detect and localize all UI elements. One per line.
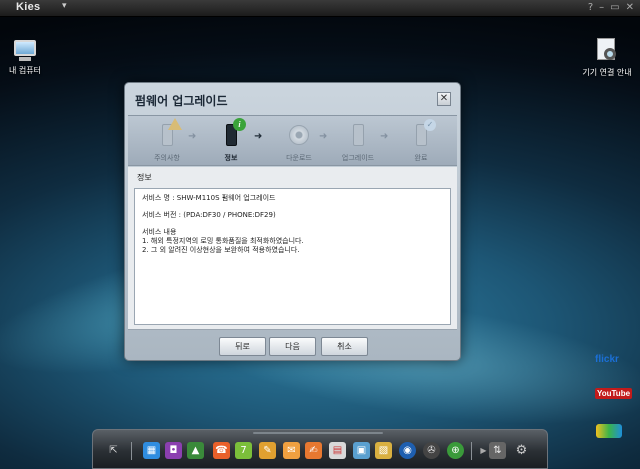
dialog-title: 펌웨어 업그레이드 <box>135 94 228 108</box>
step-caution: 주의사항 <box>142 116 192 163</box>
device-guide-label: 기기 연결 안내 <box>582 68 632 77</box>
external-link-icon[interactable]: ⇱ <box>105 442 122 459</box>
schedule-icon[interactable]: ▤ <box>329 442 346 459</box>
phone-warning-icon <box>156 118 182 150</box>
gallery-icon[interactable]: ▧ <box>375 442 392 459</box>
restore-button[interactable]: ▭ <box>610 2 619 14</box>
dock-separator <box>131 442 132 460</box>
firmware-upgrade-dialog: 펌웨어 업그레이드 ✕ 주의사항 ➜ i 정보 ➜ 다운로드 ➜ 업그레이드 ➜… <box>124 82 461 361</box>
phone-check-icon: ✓ <box>410 119 436 150</box>
step-arrow-icon: ➜ <box>380 131 389 142</box>
window-controls: ? – ▭ ✕ <box>588 2 634 14</box>
step-label: 다운로드 <box>286 154 312 162</box>
step-label: 정보 <box>224 154 238 162</box>
step-upgrade: 업그레이드 <box>333 116 383 163</box>
app-title: Kies <box>16 1 41 13</box>
device-sync-icon[interactable]: ⇅ <box>489 442 506 459</box>
dock-separator <box>471 442 472 460</box>
disc-download-icon <box>288 120 310 150</box>
help-button[interactable]: ? <box>588 2 593 14</box>
service-content-item: 2. 그 외 알려진 이상현상을 보완하여 적용하였습니다. <box>142 246 300 254</box>
step-info: i 정보 <box>206 116 256 163</box>
youtube-icon[interactable]: YouTube <box>595 388 633 399</box>
app-menu-dropdown-icon[interactable]: ▾ <box>62 1 67 11</box>
bag-icon[interactable]: ◘ <box>165 442 182 459</box>
minimize-button[interactable]: – <box>599 2 604 14</box>
calendar-icon[interactable]: 7 <box>235 442 252 459</box>
step-download: 다운로드 <box>274 116 324 163</box>
flickr-icon[interactable]: flickr <box>595 354 619 365</box>
phone-upgrade-icon <box>347 120 369 150</box>
phone-info-icon: i <box>220 118 246 150</box>
service-content-heading: 서비스 내용 <box>142 228 177 236</box>
step-label: 업그레이드 <box>341 154 375 162</box>
mail-icon[interactable]: ✉ <box>283 442 300 459</box>
media-icon[interactable]: ⊕ <box>447 442 464 459</box>
wizard-steps: 주의사항 ➜ i 정보 ➜ 다운로드 ➜ 업그레이드 ➜ ✓ 완료 <box>128 115 457 166</box>
settings-gear-icon[interactable]: ⚙ <box>513 442 530 459</box>
music-icon[interactable]: ◉ <box>399 442 416 459</box>
service-version-line: 서비스 버전 : (PDA:DF30 / PHONE:DF29) <box>142 211 276 219</box>
computer-icon <box>11 40 39 62</box>
desktop-device-guide[interactable]: 기기 연결 안내 <box>572 38 640 78</box>
step-arrow-icon: ➜ <box>188 131 197 142</box>
service-name-line: 서비스 명 : SHW-M110S 펌웨어 업그레이드 <box>142 194 276 202</box>
step-label: 주의사항 <box>154 154 180 162</box>
device-search-icon <box>594 38 620 64</box>
service-content-item: 1. 해외 특정지역의 로밍 통화품질을 최적화하였습니다. <box>142 237 304 245</box>
tree-icon[interactable]: ▲ <box>187 442 204 459</box>
step-complete: ✓ 완료 <box>396 116 446 163</box>
service-app-icon[interactable] <box>596 424 622 438</box>
app-titlebar: Kies ▾ ? – ▭ ✕ <box>0 0 640 17</box>
step-label: 완료 <box>414 154 428 162</box>
dialog-close-button[interactable]: ✕ <box>437 92 451 106</box>
back-button[interactable]: 뒤로 <box>219 337 266 356</box>
info-panel: 정보 서비스 명 : SHW-M110S 펌웨어 업그레이드 서비스 버전 : … <box>128 167 457 330</box>
info-panel-label: 정보 <box>137 173 152 182</box>
video-reel-icon[interactable]: ✇ <box>423 442 440 459</box>
desktop-my-computer[interactable]: 내 컴퓨터 <box>0 40 60 76</box>
my-computer-label: 내 컴퓨터 <box>9 66 41 75</box>
firmware-info-text[interactable]: 서비스 명 : SHW-M110S 펌웨어 업그레이드 서비스 버전 : (PD… <box>134 188 451 325</box>
apps-icon[interactable]: ▦ <box>143 442 160 459</box>
dock-handle[interactable] <box>253 432 383 434</box>
step-arrow-icon: ➜ <box>319 131 328 142</box>
notes-icon[interactable]: ✍ <box>305 442 322 459</box>
memo-icon[interactable]: ✎ <box>259 442 276 459</box>
cancel-button[interactable]: 취소 <box>321 337 368 356</box>
phone-icon[interactable]: ☎ <box>213 442 230 459</box>
next-button[interactable]: 다음 <box>269 337 316 356</box>
bottom-dock: ⇱ ▦ ◘ ▲ ☎ 7 ✎ ✉ ✍ ▤ ▣ ▧ ◉ ✇ ⊕ ▶ ⇅ ⚙ <box>92 429 548 469</box>
close-button[interactable]: ✕ <box>626 2 634 14</box>
step-arrow-icon: ➜ <box>254 131 263 142</box>
photo-icon[interactable]: ▣ <box>353 442 370 459</box>
